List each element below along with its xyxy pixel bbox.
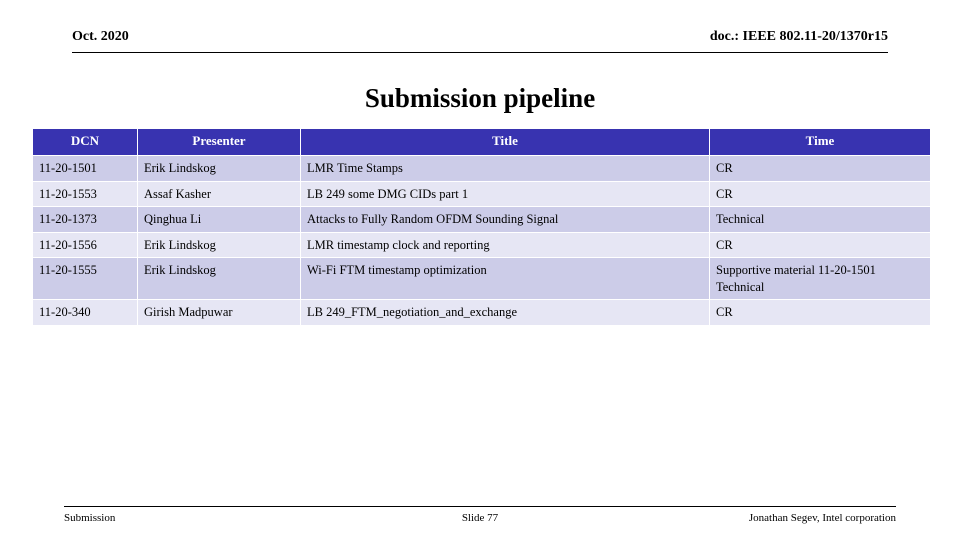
table-header-row: DCN Presenter Title Time xyxy=(33,129,930,155)
cell-title: Attacks to Fully Random OFDM Sounding Si… xyxy=(301,207,709,232)
cell-dcn: 11-20-1373 xyxy=(33,207,137,232)
cell-title: LB 249_FTM_negotiation_and_exchange xyxy=(301,300,709,325)
table-row: 11-20-340 Girish Madpuwar LB 249_FTM_neg… xyxy=(33,300,930,325)
page-title: Submission pipeline xyxy=(364,83,596,113)
header-document-id: doc.: IEEE 802.11-20/1370r15 xyxy=(709,29,888,44)
cell-presenter: Erik Lindskog xyxy=(138,156,300,181)
cell-time: CR xyxy=(710,300,930,325)
table-row: 11-20-1556 Erik Lindskog LMR timestamp c… xyxy=(33,232,930,257)
cell-presenter: Qinghua Li xyxy=(138,207,300,232)
cell-time: CR xyxy=(710,181,930,206)
cell-dcn: 11-20-1556 xyxy=(33,232,137,257)
cell-dcn: 11-20-1501 xyxy=(33,156,137,181)
column-header-title: Title xyxy=(301,129,709,155)
cell-presenter: Erik Lindskog xyxy=(138,232,300,257)
cell-presenter: Erik Lindskog xyxy=(138,258,300,299)
table-row: 11-20-1555 Erik Lindskog Wi-Fi FTM times… xyxy=(33,258,930,299)
cell-presenter: Girish Madpuwar xyxy=(138,300,300,325)
cell-title: LMR timestamp clock and reporting xyxy=(301,232,709,257)
column-header-presenter: Presenter xyxy=(138,129,300,155)
table-body: 11-20-1501 Erik Lindskog LMR Time Stamps… xyxy=(33,156,930,325)
cell-dcn: 11-20-1553 xyxy=(33,181,137,206)
cell-title: Wi-Fi FTM timestamp optimization xyxy=(301,258,709,299)
table-row: 11-20-1553 Assaf Kasher LB 249 some DMG … xyxy=(33,181,930,206)
slide-header: Oct. 2020 doc.: IEEE 802.11-20/1370r15 xyxy=(72,28,888,53)
cell-title: LB 249 some DMG CIDs part 1 xyxy=(301,181,709,206)
column-header-time: Time xyxy=(710,129,930,155)
table-row: 11-20-1373 Qinghua Li Attacks to Fully R… xyxy=(33,207,930,232)
slide-footer: Submission Slide 77 Jonathan Segev, Inte… xyxy=(64,506,896,532)
table-row: 11-20-1501 Erik Lindskog LMR Time Stamps… xyxy=(33,156,930,181)
cell-dcn: 11-20-340 xyxy=(33,300,137,325)
column-header-dcn: DCN xyxy=(33,129,137,155)
footer-submission-label: Submission xyxy=(64,512,116,524)
cell-title: LMR Time Stamps xyxy=(301,156,709,181)
cell-time: CR xyxy=(710,232,930,257)
cell-time: Technical xyxy=(710,207,930,232)
footer-author: Jonathan Segev, Intel corporation xyxy=(748,512,896,524)
cell-presenter: Assaf Kasher xyxy=(138,181,300,206)
cell-time: CR xyxy=(710,156,930,181)
header-date: Oct. 2020 xyxy=(72,29,129,44)
submission-pipeline-table: DCN Presenter Title Time 11-20-1501 Erik… xyxy=(32,128,931,326)
table-header: DCN Presenter Title Time xyxy=(33,129,930,155)
cell-time: Supportive material 11-20-1501 Technical xyxy=(710,258,930,299)
cell-dcn: 11-20-1555 xyxy=(33,258,137,299)
